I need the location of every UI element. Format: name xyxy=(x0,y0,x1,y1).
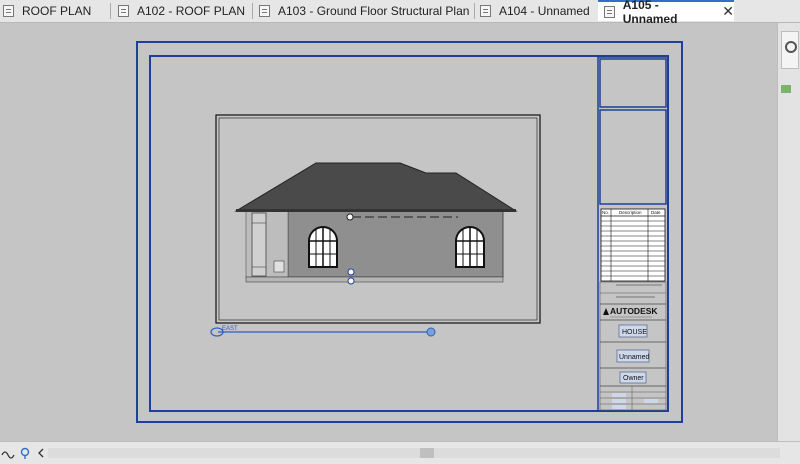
elevation-viewport[interactable] xyxy=(215,114,541,324)
view-title[interactable]: EAST xyxy=(210,326,436,337)
nav-indicator-icon xyxy=(781,85,791,93)
sheet-name: Unnamed xyxy=(619,354,649,361)
revision-schedule: No. Description Date xyxy=(600,208,666,282)
tab-label: A102 - ROOF PLAN xyxy=(137,4,246,18)
autodesk-logo: AUTODESK xyxy=(610,306,658,316)
porch-column xyxy=(251,212,267,277)
sheet-drawing: EAST No. Description Date AUTODESK HOUSE… xyxy=(136,41,683,423)
navigation-bar[interactable] xyxy=(781,31,799,69)
rev-header-date: Date xyxy=(651,210,661,215)
horizontal-scrollbar[interactable] xyxy=(48,448,780,458)
tab-separator xyxy=(252,3,253,19)
view-icon xyxy=(480,5,491,17)
rev-header-no: No. xyxy=(602,210,609,215)
drawing-canvas[interactable]: EAST No. Description Date AUTODESK HOUSE… xyxy=(0,23,778,442)
scroll-left-icon xyxy=(38,448,44,458)
elevation-tag: EAST xyxy=(222,326,238,332)
zoom-wheel-icon xyxy=(785,41,797,53)
project-name: HOUSE xyxy=(622,329,647,336)
status-bar xyxy=(0,441,800,464)
bulb-icon xyxy=(20,447,30,457)
tab-label: A105 - Unnamed xyxy=(622,0,678,26)
tab-a105[interactable]: A105 - Unnamed ✕ xyxy=(598,0,734,26)
tab-roof-plan[interactable]: ROOF PLAN xyxy=(0,0,111,22)
view-tab-bar: ROOF PLAN A102 - ROOF PLAN A103 - Ground… xyxy=(0,0,800,26)
view-icon xyxy=(259,5,270,17)
window-left xyxy=(308,226,338,268)
tab-label: A103 - Ground Floor Structural Plan xyxy=(278,4,470,18)
close-icon[interactable]: ✕ xyxy=(722,3,734,20)
scroll-thumb[interactable] xyxy=(420,448,434,458)
tab-a102[interactable]: A102 - ROOF PLAN xyxy=(118,0,250,22)
owner: Owner xyxy=(623,375,644,382)
plinth xyxy=(245,276,504,283)
status-icons xyxy=(1,447,44,459)
tab-label: A104 - Unnamed xyxy=(499,4,590,18)
view-icon xyxy=(604,5,615,18)
view-icon xyxy=(3,5,14,17)
connector-icon xyxy=(1,451,15,459)
title-block: No. Description Date AUTODESK HOUSE Unna… xyxy=(597,56,669,412)
window-right xyxy=(455,226,485,268)
rev-header-desc: Description xyxy=(619,210,642,215)
tab-label: ROOF PLAN xyxy=(22,4,92,18)
tab-separator xyxy=(110,3,111,19)
view-icon xyxy=(118,5,129,17)
right-panel-strip xyxy=(777,23,800,442)
view-title-end-grip[interactable] xyxy=(426,327,436,337)
tab-separator xyxy=(474,3,475,19)
autodesk-logo-mark xyxy=(603,308,609,315)
tab-a103[interactable]: A103 - Ground Floor Structural Plan xyxy=(259,0,474,22)
tab-a104[interactable]: A104 - Unnamed xyxy=(480,0,594,22)
